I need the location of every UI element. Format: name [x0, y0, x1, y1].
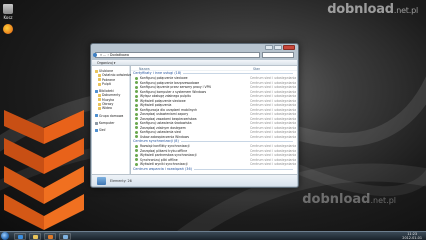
- app-icon: [3, 24, 13, 34]
- content-pane: Nazwa Stan Certyfikaty i inne usługi (18…: [131, 66, 297, 174]
- sidebar-item[interactable]: Sieć: [92, 128, 129, 132]
- task-link-icon: [135, 112, 138, 116]
- folder-icon: [98, 107, 101, 111]
- task-link-icon: [135, 121, 138, 125]
- library-icon: [95, 89, 98, 93]
- orange-chevrons-decoration: [4, 110, 84, 230]
- details-pane: Elementy: 26: [92, 174, 297, 186]
- sidebar-item[interactable]: Komputer: [92, 121, 129, 125]
- watermark-top: dobnload.net.pl: [327, 2, 418, 17]
- desktop-icon-recycle-bin[interactable]: Kosz: [1, 4, 15, 20]
- task-link-icon: [135, 162, 138, 166]
- sidebar-item-label: Komputer: [99, 120, 115, 125]
- maximize-button[interactable]: [274, 45, 282, 50]
- folder-icon: [98, 94, 101, 98]
- computer-icon: [95, 121, 98, 125]
- task-link-icon: [135, 85, 138, 89]
- task-link-icon: [135, 135, 138, 139]
- address-bar[interactable]: « ... › Dodatkowa: [93, 52, 260, 58]
- watermark-bottom: dobnload.net.pl: [302, 192, 396, 207]
- task-link-icon: [135, 149, 138, 153]
- column-name[interactable]: Nazwa: [139, 67, 253, 71]
- homegroup-icon: [95, 114, 98, 118]
- list-item-status: Centrum sieci i udostępniania: [250, 162, 297, 166]
- task-link-icon: [135, 153, 138, 157]
- minimize-button[interactable]: [265, 45, 273, 50]
- window-titlebar[interactable]: [91, 44, 298, 52]
- taskbar: 11:23 2012-01-01: [0, 231, 426, 240]
- task-link-icon: [135, 90, 138, 94]
- control-panel-icon: [97, 177, 106, 185]
- sidebar-item[interactable]: Wideo: [92, 106, 129, 110]
- system-clock[interactable]: 11:23 2012-01-01: [402, 232, 422, 240]
- sidebar-item-label: Pulpit: [102, 81, 111, 86]
- task-link-icon: [135, 103, 138, 107]
- network-icon: [95, 128, 98, 132]
- task-link-icon: [135, 117, 138, 121]
- organize-button[interactable]: Organizuj ▾: [97, 61, 115, 65]
- sidebar-item-label: Sieć: [99, 128, 106, 133]
- folder-icon: [98, 73, 101, 77]
- start-button[interactable]: [1, 232, 9, 240]
- recycle-bin-icon: [3, 4, 13, 14]
- task-link-icon: [135, 108, 138, 112]
- folder-icon: [98, 98, 101, 102]
- taskbar-button[interactable]: [29, 233, 41, 240]
- taskbar-button[interactable]: [59, 233, 71, 240]
- group-title: Centrum wsparcia i rozwiązań (36): [133, 166, 192, 171]
- task-link-icon: [135, 76, 138, 80]
- sidebar-item-label: Grupa domowa: [99, 113, 124, 118]
- taskbar-button[interactable]: [44, 233, 56, 240]
- group-divider: [193, 168, 293, 170]
- group-divider: [180, 141, 293, 142]
- star-icon: [95, 69, 98, 73]
- window-icon: [63, 235, 68, 239]
- control-panel-window: « ... › Dodatkowa Organizuj ▾ Ulubione Os…: [90, 43, 299, 188]
- task-link-icon: [135, 158, 138, 162]
- folder-icon: [98, 78, 101, 82]
- task-link-icon: [135, 130, 138, 134]
- search-input[interactable]: [262, 52, 294, 58]
- desktop-icon-app[interactable]: [1, 24, 15, 35]
- task-link-icon: [135, 81, 138, 85]
- task-link-icon: [135, 94, 138, 98]
- navigation-pane: Ulubione Ostatnio odwiedzane Pobrane Pulpit…: [92, 66, 136, 174]
- folder-icon: [98, 102, 101, 106]
- column-status[interactable]: Stan: [253, 67, 260, 71]
- sidebar-item-label: Wideo: [102, 106, 112, 111]
- group-divider: [183, 73, 293, 74]
- group-header[interactable]: Centrum wsparcia i rozwiązań (36): [131, 167, 297, 172]
- ie-icon: [18, 235, 23, 239]
- task-link-icon: [135, 126, 138, 130]
- taskbar-button[interactable]: [14, 233, 26, 240]
- item-count: Elementy: 26: [110, 179, 132, 183]
- list-item-status: Centrum sieci i udostępniania: [250, 134, 297, 139]
- folder-icon: [98, 82, 101, 86]
- task-link-icon: [135, 144, 138, 148]
- sidebar-item[interactable]: Grupa domowa: [92, 114, 129, 118]
- task-link-icon: [135, 99, 138, 103]
- back-arrow-icon[interactable]: [93, 53, 97, 57]
- close-button[interactable]: [283, 45, 295, 50]
- explorer-icon: [33, 235, 38, 239]
- media-player-icon: [48, 235, 53, 239]
- sidebar-item[interactable]: Pulpit: [92, 82, 129, 86]
